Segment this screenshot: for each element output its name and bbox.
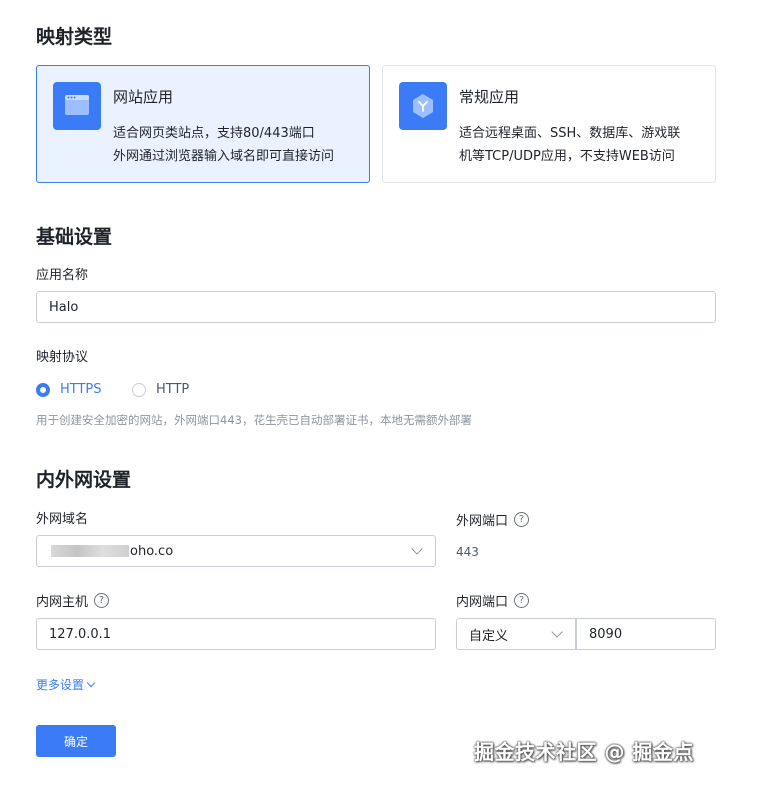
int-port-label-row: 内网端口 ?: [456, 591, 530, 610]
domain-redacted: [51, 545, 129, 557]
host-label: 内网主机: [36, 595, 89, 610]
radio-https-label: HTTPS: [60, 382, 102, 397]
radio-https-dot[interactable]: [36, 382, 50, 397]
domain-select[interactable]: oho.co: [36, 535, 436, 567]
basic-settings-title: 基础设置: [36, 226, 113, 248]
ext-port-help-icon[interactable]: ?: [514, 512, 530, 527]
int-port-mode-select[interactable]: 自定义: [456, 618, 576, 650]
card-website-title: 网站应用: [113, 88, 174, 106]
app-name-label: 应用名称: [36, 268, 89, 283]
more-settings-label: 更多设置: [36, 678, 85, 692]
browser-window-icon: [53, 82, 101, 130]
radio-http-label: HTTP: [156, 382, 190, 397]
chevron-down-icon: [551, 626, 563, 638]
radio-https[interactable]: HTTPS: [36, 382, 102, 397]
domain-label: 外网域名: [36, 512, 89, 527]
int-port-help-icon[interactable]: ?: [514, 593, 530, 608]
card-website-app[interactable]: 网站应用 适合网页类站点，支持80/443端口 外网通过浏览器输入域名即可直接访…: [36, 65, 370, 183]
host-input[interactable]: 127.0.0.1: [36, 618, 436, 650]
cube-icon: [399, 82, 447, 130]
card-general-desc-line2: 机等TCP/UDP应用，不支持WEB访问: [459, 149, 675, 164]
int-port-input[interactable]: 8090: [576, 618, 716, 650]
host-label-row: 内网主机 ?: [36, 591, 110, 610]
ext-port-label: 外网端口: [456, 514, 509, 529]
card-general-desc-line1: 适合远程桌面、SSH、数据库、游戏联: [459, 126, 681, 141]
mapping-type-title: 映射类型: [36, 26, 113, 48]
app-name-input[interactable]: Halo: [36, 291, 716, 323]
watermark: 掘金技术社区 @ 掘金点: [474, 740, 694, 764]
int-port-mode-value: 自定义: [469, 628, 509, 644]
domain-value: oho.co: [130, 543, 174, 559]
radio-http-dot[interactable]: [132, 382, 146, 397]
card-general-title: 常规应用: [459, 88, 520, 106]
chevron-down-icon: [411, 543, 423, 555]
network-settings-title: 内外网设置: [36, 469, 132, 491]
card-website-desc-line2: 外网通过浏览器输入域名即可直接访问: [113, 149, 335, 164]
card-general-app[interactable]: 常规应用 适合远程桌面、SSH、数据库、游戏联 机等TCP/UDP应用，不支持W…: [382, 65, 716, 183]
protocol-hint: 用于创建安全加密的网站，外网端口443，花生壳已自动部署证书，本地无需额外部署: [36, 413, 472, 427]
card-general-desc: 适合远程桌面、SSH、数据库、游戏联 机等TCP/UDP应用，不支持WEB访问: [459, 122, 704, 168]
chevron-down-icon: [86, 678, 96, 687]
host-help-icon[interactable]: ?: [94, 593, 110, 608]
int-port-label: 内网端口: [456, 595, 509, 610]
protocol-label: 映射协议: [36, 350, 89, 365]
card-website-desc-line1: 适合网页类站点，支持80/443端口: [113, 126, 315, 141]
more-settings-link[interactable]: 更多设置: [36, 676, 96, 693]
card-website-desc: 适合网页类站点，支持80/443端口 外网通过浏览器输入域名即可直接访问: [113, 122, 358, 168]
ext-port-value: 443: [456, 545, 479, 559]
radio-http[interactable]: HTTP: [132, 382, 189, 397]
confirm-button[interactable]: 确定: [36, 725, 116, 757]
ext-port-label-row: 外网端口 ?: [456, 510, 530, 529]
